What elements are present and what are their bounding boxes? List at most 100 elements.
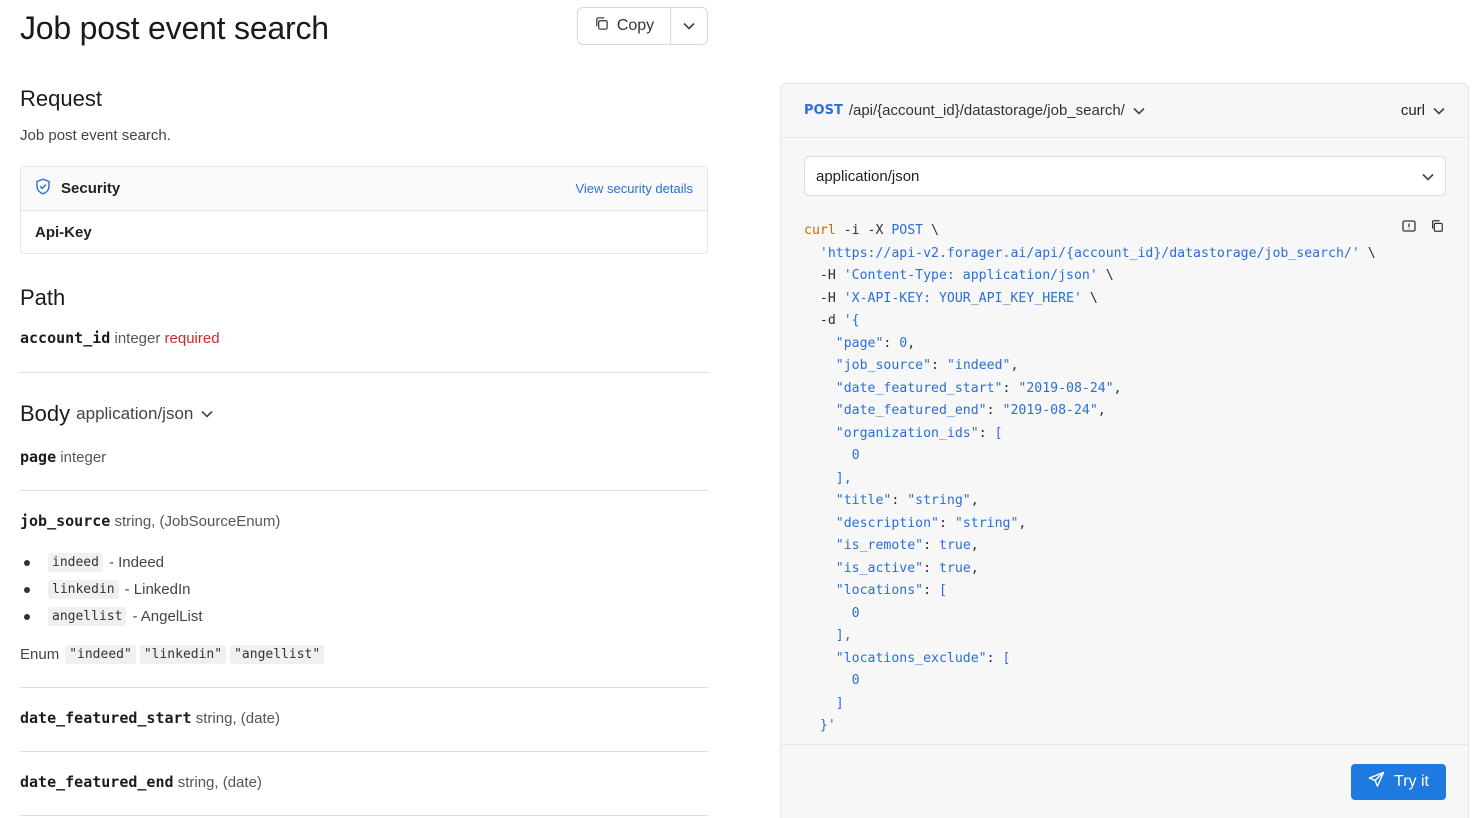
- chevron-down-icon[interactable]: [1133, 102, 1145, 120]
- enum-value: "angellist": [230, 645, 325, 664]
- code-token: "date_featured_start": [835, 380, 1003, 396]
- bullet: [24, 614, 30, 620]
- content-type-value: application/json: [816, 167, 920, 185]
- code-token: -H: [804, 268, 844, 283]
- code-token: "string": [954, 515, 1019, 531]
- code-token: [: [994, 425, 1003, 441]
- page-title: Job post event search: [20, 10, 329, 46]
- code-token: \: [1081, 290, 1098, 306]
- code-token: "description": [835, 515, 939, 531]
- code-token: \: [1359, 245, 1376, 261]
- security-scheme: Api-Key: [35, 224, 92, 241]
- code-line: "date_featured_start": "2019-08-24",: [804, 378, 1424, 401]
- shield-icon: [35, 177, 51, 200]
- code-line: "organization_ids": [: [804, 423, 1424, 446]
- enum-label: - AngelList: [132, 608, 203, 625]
- code-token: "organization_ids": [835, 425, 979, 441]
- divider: [20, 372, 708, 373]
- code-line: "job_source": "indeed",: [804, 355, 1424, 378]
- required-badge: required: [164, 330, 220, 347]
- code-line: "is_remote": true,: [804, 535, 1424, 558]
- list-item: indeed - Indeed: [24, 549, 203, 576]
- param-date-featured-end: date_featured_end string, (date): [20, 773, 262, 791]
- endpoint-path-select[interactable]: /api/{account_id}/datastorage/job_search…: [849, 102, 1125, 119]
- param-page: page integer: [20, 448, 106, 466]
- code-token: ,: [1018, 515, 1027, 531]
- body-heading-row: Body application/json: [20, 401, 213, 427]
- enum-values-row: Enum "indeed" "linkedin" "angellist": [20, 645, 328, 664]
- security-title: Security: [61, 180, 121, 197]
- code-token: 0: [851, 673, 860, 688]
- param-type: string, (JobSourceEnum): [114, 513, 281, 530]
- view-security-details-link[interactable]: View security details: [575, 181, 693, 196]
- code-line: -H 'X-API-KEY: YOUR_API_KEY_HERE' \: [804, 288, 1424, 311]
- code-line: "is_active": true,: [804, 558, 1424, 581]
- copy-label: Copy: [616, 17, 655, 34]
- enum-code: indeed: [48, 553, 103, 572]
- code-token: "locations": [835, 583, 924, 598]
- endpoint-bar: POST /api/{account_id}/datastorage/job_s…: [781, 84, 1468, 138]
- param-type: integer: [114, 330, 161, 347]
- divider: [20, 815, 708, 816]
- code-token: "title": [835, 493, 892, 508]
- body-content-type-select[interactable]: application/json: [76, 404, 193, 424]
- enum-value: "linkedin": [139, 645, 227, 664]
- code-token: -i -X: [835, 223, 892, 238]
- code-line: -H 'Content-Type: application/json' \: [804, 265, 1424, 288]
- code-line: "page": 0,: [804, 333, 1424, 356]
- code-sample: curl -i -X POST \ 'https://api-v2.forage…: [804, 220, 1424, 738]
- enum-value: "indeed": [65, 645, 136, 664]
- code-token: ,: [970, 560, 979, 576]
- code-token: "date_featured_end": [835, 403, 987, 418]
- try-it-button[interactable]: Try it: [1351, 764, 1446, 800]
- param-date-featured-start: date_featured_start string, (date): [20, 709, 280, 727]
- code-token: \: [923, 223, 939, 238]
- language-select[interactable]: curl: [1401, 102, 1445, 119]
- bullet: [24, 560, 30, 566]
- code-token: [: [939, 583, 947, 598]
- code-token: :: [923, 560, 939, 576]
- code-token: curl: [804, 223, 836, 238]
- enum-description-list: indeed - Indeed linkedin - LinkedIn ange…: [24, 549, 203, 630]
- copy-options-button[interactable]: [671, 8, 707, 44]
- code-token: 0: [851, 605, 860, 621]
- code-token: "page": [835, 335, 884, 351]
- code-token: "string": [907, 493, 971, 508]
- request-heading: Request: [20, 86, 102, 111]
- enum-code: angellist: [48, 607, 127, 626]
- code-token: :: [923, 538, 939, 553]
- code-token: ,: [907, 335, 916, 351]
- param-account-id: account_id integer required: [20, 329, 220, 347]
- path-heading: Path: [20, 285, 66, 310]
- code-line: ],: [804, 468, 1424, 491]
- chevron-down-icon[interactable]: [201, 405, 213, 423]
- code-line: }': [804, 715, 1424, 738]
- chevron-down-icon: [1422, 168, 1434, 185]
- code-token: "indeed": [946, 358, 1011, 373]
- copy-button[interactable]: Copy: [578, 8, 671, 44]
- code-token: ],: [835, 628, 852, 643]
- code-token: 'https://api-v2.forager.ai/api/{account_…: [819, 245, 1360, 261]
- code-token: :: [891, 493, 908, 508]
- code-token: [: [1002, 650, 1011, 666]
- code-token: -H: [804, 290, 844, 306]
- chevron-down-icon: [683, 17, 695, 35]
- param-type: string, (date): [177, 774, 262, 791]
- request-example-panel: POST /api/{account_id}/datastorage/job_s…: [780, 83, 1469, 818]
- code-token: \: [1097, 268, 1114, 283]
- copy-code-icon[interactable]: [1430, 219, 1444, 238]
- code-token: "locations_exclude": [835, 650, 987, 666]
- code-token: "2019-08-24": [1002, 403, 1098, 418]
- content-type-select[interactable]: application/json: [804, 156, 1446, 196]
- code-token: :: [978, 425, 995, 441]
- code-line: "description": "string",: [804, 513, 1424, 536]
- code-token: true: [939, 560, 971, 576]
- code-line: "locations": [: [804, 580, 1424, 603]
